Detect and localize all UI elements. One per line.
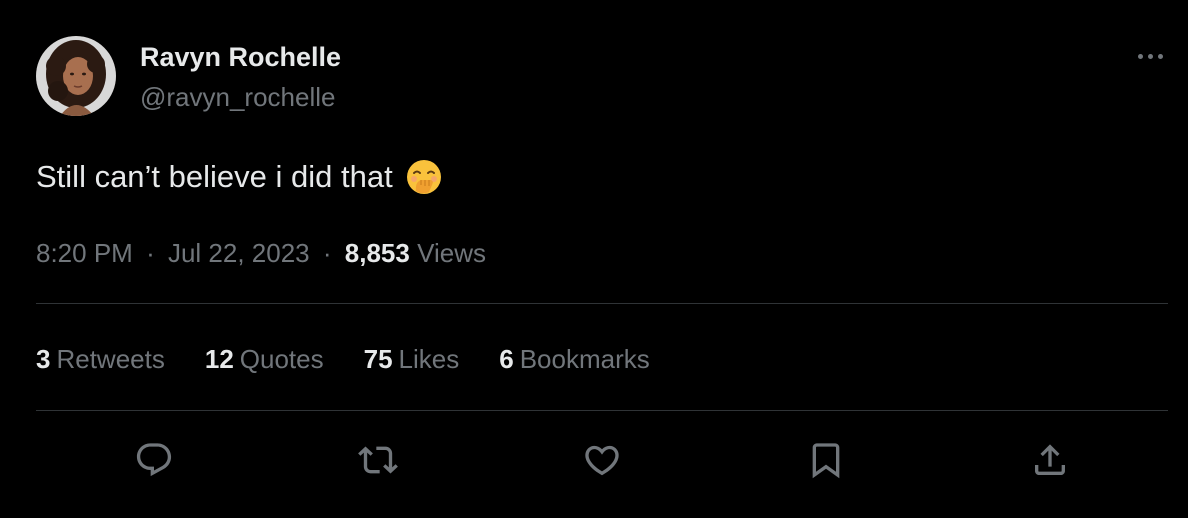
stat-count: 75 [363, 344, 393, 374]
separator: · [322, 238, 332, 268]
face-with-hand-over-mouth-icon [405, 158, 443, 196]
tweet-meta: 8:20 PM · Jul 22, 2023 · 8,853 Views [36, 236, 486, 270]
engagement-stats: 3 Retweets 12 Quotes 75 Likes 6 Bookmarks [36, 342, 690, 376]
stat-label: Bookmarks [519, 344, 650, 374]
stat-count: 6 [499, 344, 514, 374]
reply-button[interactable] [132, 438, 176, 482]
tweet-text: Still can’t believe i did that [36, 159, 393, 194]
avatar-image [36, 36, 116, 116]
retweet-button[interactable] [356, 438, 400, 482]
bookmark-icon [812, 443, 840, 479]
stat-count: 3 [36, 344, 51, 374]
avatar[interactable] [36, 36, 116, 116]
divider [36, 303, 1168, 304]
share-icon [1035, 444, 1065, 475]
stat-bookmarks[interactable]: 6 Bookmarks [499, 342, 650, 376]
tweet-card: Ravyn Rochelle @ravyn_rochelle Still can… [0, 0, 1188, 518]
stat-count: 12 [204, 344, 234, 374]
dot [1147, 53, 1153, 59]
like-button[interactable] [580, 438, 624, 482]
stat-label: Retweets [56, 344, 165, 374]
dot [1157, 53, 1163, 59]
heart-icon [585, 445, 619, 476]
tweet-text-row: Still can’t believe i did that [36, 156, 443, 198]
tweet-time[interactable]: 8:20 PM [36, 238, 133, 268]
dot [1137, 53, 1143, 59]
reply-icon [136, 443, 172, 477]
views-count: 8,853 [344, 238, 410, 268]
stat-label: Quotes [239, 344, 324, 374]
retweet-icon [358, 446, 398, 474]
stat-retweets[interactable]: 3 Retweets [36, 342, 165, 376]
views-label: Views [417, 238, 486, 268]
stat-label: Likes [398, 344, 460, 374]
stat-likes[interactable]: 75 Likes [364, 342, 460, 376]
bookmark-button[interactable] [804, 438, 848, 482]
divider [36, 410, 1168, 411]
author-handle[interactable]: @ravyn_rochelle [140, 81, 335, 113]
tweet-date[interactable]: Jul 22, 2023 [168, 238, 310, 268]
author-name[interactable]: Ravyn Rochelle [140, 40, 341, 74]
share-button[interactable] [1028, 438, 1072, 482]
separator: · [146, 238, 155, 268]
more-options-icon[interactable] [1130, 44, 1170, 68]
stat-quotes[interactable]: 12 Quotes [205, 342, 324, 376]
